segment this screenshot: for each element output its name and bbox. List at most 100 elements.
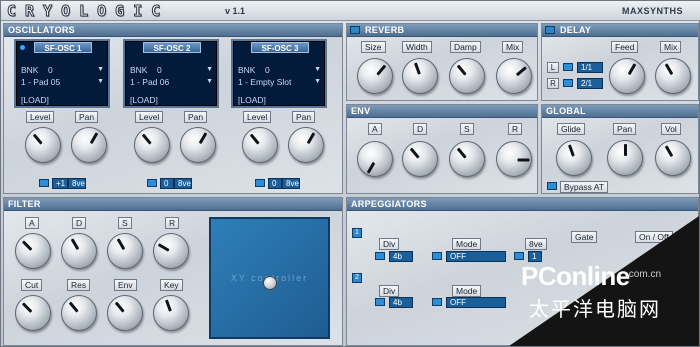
delay-right-value[interactable]: 2/1 [577, 78, 603, 89]
filter-r-knob[interactable] [153, 233, 189, 269]
osc-3-octave-value[interactable]: 0 [268, 178, 282, 189]
osc-1-load-button[interactable]: [LOAD] [21, 95, 49, 105]
global-pan-label: Pan [613, 123, 637, 135]
osc-1-bank-arrow-icon[interactable]: ▼ [97, 66, 104, 73]
reverb-title: REVERB [365, 25, 405, 35]
filter-r-label: R [165, 217, 180, 229]
watermark-domain: .com.cn [626, 269, 662, 280]
osc-2-octave-value[interactable]: 0 [160, 178, 174, 189]
osc-1-patch[interactable]: 1 - Pad 05 [21, 77, 60, 87]
osc-3-octave-led[interactable] [255, 179, 265, 187]
arp-2-div-value[interactable]: 4b [389, 297, 413, 308]
delay-toggle[interactable] [545, 26, 555, 34]
osc-3-pan-knob[interactable] [288, 127, 324, 163]
reverb-damp-knob[interactable] [449, 58, 485, 94]
osc-2-bank-arrow-icon[interactable]: ▼ [206, 66, 213, 73]
osc-2-level-knob[interactable] [134, 127, 170, 163]
arp-1-number[interactable]: 1 [352, 228, 362, 238]
osc-1-octave-value[interactable]: +1 [52, 178, 68, 189]
arp-1-mode-led[interactable] [432, 252, 442, 260]
env-r-knob[interactable] [496, 141, 532, 177]
filter-s-knob[interactable] [107, 233, 143, 269]
osc-3-patch-arrow-icon[interactable]: ▼ [314, 78, 321, 85]
osc-3-level-knob[interactable] [242, 127, 278, 163]
reverb-width-knob[interactable] [402, 58, 438, 94]
delay-left-label: L [547, 62, 559, 73]
osc-2-load-button[interactable]: [LOAD] [130, 95, 158, 105]
osc-3-patch[interactable]: 1 - Empty Slot [238, 77, 291, 87]
filter-cut-label: Cut [21, 279, 43, 291]
arp-2-number[interactable]: 2 [352, 273, 362, 283]
reverb-damp-label: Damp [450, 41, 481, 53]
arp-2-mode-led[interactable] [432, 298, 442, 306]
delay-right-led[interactable] [563, 79, 573, 87]
osc-2-display: SF-OSC 2 BNK 0 ▼ 1 - Pad 06 ▼ [LOAD] [123, 39, 219, 108]
osc-3-bank-value[interactable]: 0 [265, 65, 270, 75]
filter-title: FILTER [8, 199, 41, 209]
arp-2-div-led[interactable] [375, 298, 385, 306]
osc-2-bank-value[interactable]: 0 [157, 65, 162, 75]
arp-1-div-led[interactable] [375, 252, 385, 260]
global-glide-label: Glide [557, 123, 585, 135]
filter-cut-knob[interactable] [15, 295, 51, 331]
arp-2-div-label: Div [379, 285, 400, 297]
watermark-chinese-text: 太平洋电脑网 [529, 299, 661, 321]
reverb-size-knob[interactable] [357, 58, 393, 94]
delay-left-led[interactable] [563, 63, 573, 71]
reverb-header: REVERB [347, 24, 537, 37]
delay-left-value[interactable]: 1/1 [577, 62, 603, 73]
delay-feed-knob[interactable] [609, 58, 645, 94]
watermark-logo: PConline [521, 261, 630, 291]
osc-3-pan-label: Pan [292, 111, 316, 123]
filter-key-knob[interactable] [153, 295, 189, 331]
env-r-label: R [508, 123, 523, 135]
osc-2-patch-arrow-icon[interactable]: ▼ [206, 78, 213, 85]
bypass-at-toggle[interactable] [547, 182, 557, 190]
arp-2-mode-label: Mode [452, 285, 482, 297]
global-pan-knob[interactable] [607, 140, 643, 176]
osc-3-level-label: Level [243, 111, 272, 123]
arp-2-mode-value[interactable]: OFF [446, 297, 506, 308]
osc-3-bank-arrow-icon[interactable]: ▼ [314, 66, 321, 73]
oscillators-title: OSCILLATORS [8, 25, 75, 35]
osc-3-load-button[interactable]: [LOAD] [238, 95, 266, 105]
env-a-knob[interactable] [357, 141, 393, 177]
osc-1-bank-value[interactable]: 0 [48, 65, 53, 75]
osc-1-pan-label: Pan [75, 111, 99, 123]
filter-res-knob[interactable] [61, 295, 97, 331]
osc-1-display: SF-OSC 1 BNK 0 ▼ 1 - Pad 05 ▼ [LOAD] [14, 39, 110, 108]
filter-s-label: S [118, 217, 132, 229]
arp-1-mode-label: Mode [452, 238, 482, 250]
filter-env-label: Env [114, 279, 137, 291]
osc-1-level-knob[interactable] [25, 127, 61, 163]
reverb-toggle[interactable] [350, 26, 360, 34]
osc-1-octave-led[interactable] [39, 179, 49, 187]
global-glide-knob[interactable] [556, 140, 592, 176]
arp-1-div-value[interactable]: 4b [389, 251, 413, 262]
delay-header: DELAY [542, 24, 698, 37]
reverb-mix-knob[interactable] [496, 58, 532, 94]
env-d-knob[interactable] [402, 141, 438, 177]
osc-2-octave-led[interactable] [147, 179, 157, 187]
xy-controller-handle[interactable] [263, 276, 277, 290]
env-s-label: S [460, 123, 474, 135]
xy-controller-pad[interactable]: XY controller [209, 217, 330, 339]
filter-env-knob[interactable] [107, 295, 143, 331]
global-vol-knob[interactable] [655, 140, 691, 176]
osc-1-patch-arrow-icon[interactable]: ▼ [97, 78, 104, 85]
osc-2-patch[interactable]: 1 - Pad 06 [130, 77, 169, 87]
filter-d-knob[interactable] [61, 233, 97, 269]
osc-2-pan-knob[interactable] [180, 127, 216, 163]
title-bar: CRYOLOGIC v 1.1 MAXSYNTHS [1, 1, 700, 21]
osc-2-level-label: Level [135, 111, 164, 123]
global-vol-label: Vol [661, 123, 681, 135]
brand-label: MAXSYNTHS [621, 6, 683, 16]
filter-res-label: Res [67, 279, 91, 291]
osc-1-pan-knob[interactable] [71, 127, 107, 163]
filter-a-label: A [25, 217, 39, 229]
arp-1-mode-value[interactable]: OFF [446, 251, 506, 262]
osc-2-name: SF-OSC 2 [143, 42, 201, 53]
filter-a-knob[interactable] [15, 233, 51, 269]
env-s-knob[interactable] [449, 141, 485, 177]
delay-mix-knob[interactable] [655, 58, 691, 94]
